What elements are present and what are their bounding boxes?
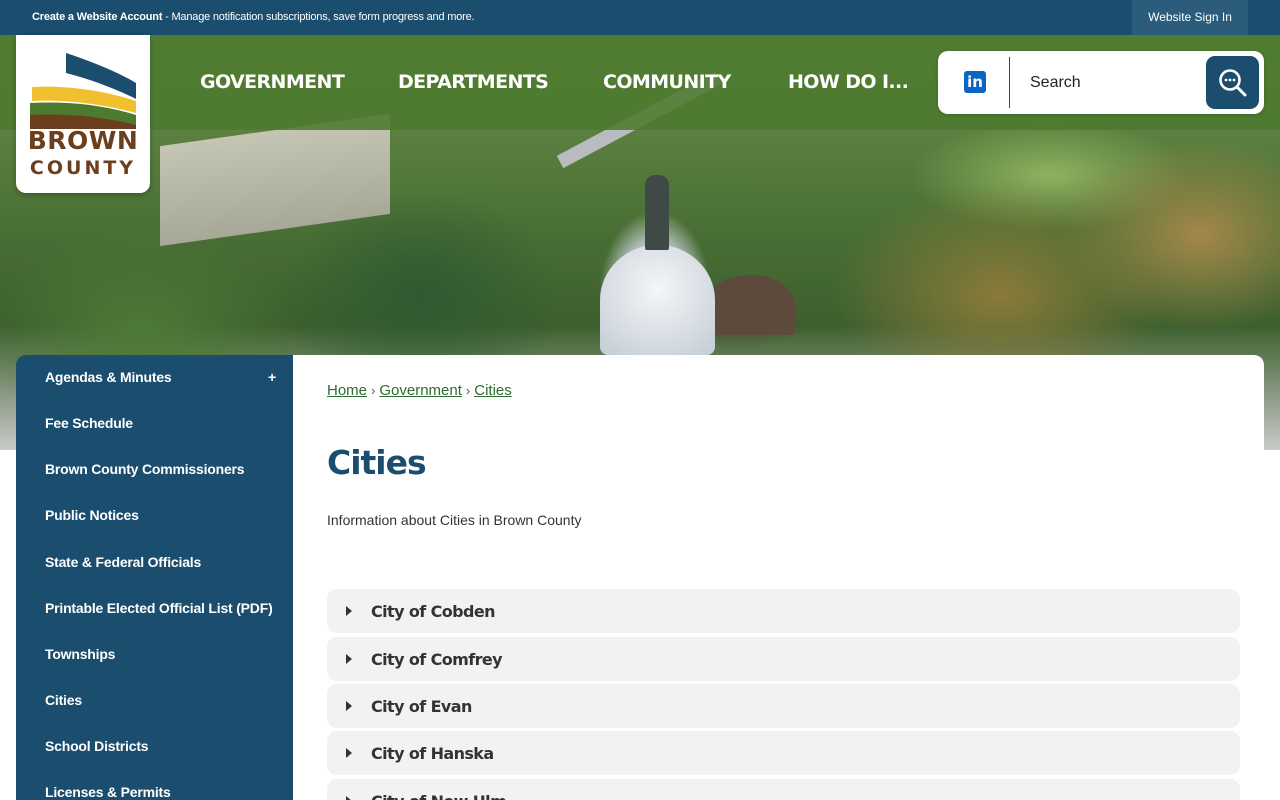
linkedin-icon[interactable]: in — [964, 71, 986, 93]
logo-emblem-icon — [30, 53, 136, 129]
sidebar-item-agendas-minutes[interactable]: Agendas & Minutes — [45, 369, 172, 385]
caret-right-icon — [346, 654, 352, 664]
hero-statue — [645, 175, 669, 250]
accordion-city-of-cobden[interactable]: City of Cobden — [327, 589, 1240, 633]
accordion-city-of-hanska[interactable]: City of Hanska — [327, 731, 1240, 775]
breadcrumb-cities[interactable]: Cities — [474, 382, 512, 399]
accordion-label: City of Comfrey — [371, 650, 503, 669]
page-title: Cities — [327, 443, 427, 482]
sidebar-item-public-notices[interactable]: Public Notices — [45, 507, 139, 523]
caret-right-icon — [346, 748, 352, 758]
search-divider — [1009, 57, 1010, 108]
create-account-link[interactable]: Create a Website Account — [32, 11, 162, 23]
accordion-city-of-new-ulm[interactable]: City of New Ulm — [327, 779, 1240, 800]
accordion-label: City of Evan — [371, 697, 472, 716]
caret-right-icon — [346, 606, 352, 616]
account-message: Create a Website Account - Manage notifi… — [32, 11, 475, 23]
search-input[interactable] — [1020, 63, 1200, 103]
sidebar-item-elected-official-list[interactable]: Printable Elected Official List (PDF) — [45, 600, 273, 616]
accordion-city-of-evan[interactable]: City of Evan — [327, 684, 1240, 728]
nav-community[interactable]: COMMUNITY — [603, 35, 731, 130]
accordion-label: City of Cobden — [371, 602, 495, 621]
sidebar-item-townships[interactable]: Townships — [45, 646, 115, 662]
sidebar-item-cities[interactable]: Cities — [45, 692, 82, 708]
main-content: Home › Government › Cities Cities Informatio… — [293, 355, 1264, 800]
accordion-city-of-comfrey[interactable]: City of Comfrey — [327, 637, 1240, 681]
website-sign-in-button[interactable]: Website Sign In — [1132, 0, 1248, 35]
sidebar-item-fee-schedule[interactable]: Fee Schedule — [45, 415, 133, 431]
hero-building — [160, 113, 390, 247]
account-message-text: - Manage notification subscriptions, sav… — [162, 11, 475, 23]
hero-pavilion — [705, 275, 795, 335]
logo-text-county: COUNTY — [29, 157, 137, 179]
sidebar-item-school-districts[interactable]: School Districts — [45, 738, 149, 754]
breadcrumb-home[interactable]: Home — [327, 382, 367, 399]
nav-how-do-i[interactable]: HOW DO I... — [788, 35, 909, 130]
search-button[interactable] — [1206, 56, 1259, 109]
nav-departments[interactable]: DEPARTMENTS — [398, 35, 549, 130]
sidebar-item-state-federal-officials[interactable]: State & Federal Officials — [45, 554, 201, 570]
caret-right-icon — [346, 796, 352, 800]
search-area: in — [938, 51, 1264, 114]
nav-government[interactable]: GOVERNMENT — [200, 35, 345, 130]
breadcrumb-separator: › — [371, 383, 376, 398]
sidebar-item-licenses-permits[interactable]: Licenses & Permits — [45, 784, 171, 800]
brown-county-logo[interactable]: BROWN COUNTY — [16, 35, 150, 193]
sidebar-item-commissioners[interactable]: Brown County Commissioners — [45, 461, 245, 477]
search-icon — [1219, 69, 1247, 97]
sidebar-expand-toggle[interactable]: + — [268, 369, 276, 385]
accordion-label: City of Hanska — [371, 744, 494, 763]
hero-monument-dome — [600, 245, 715, 355]
breadcrumb-government[interactable]: Government — [379, 382, 462, 399]
sidebar-navigation: Agendas & Minutes + Fee Schedule Brown C… — [16, 355, 293, 800]
accordion-label: City of New Ulm — [371, 792, 507, 800]
logo-text-brown: BROWN — [27, 126, 139, 155]
breadcrumb-separator: › — [465, 383, 471, 398]
top-utility-bar: Create a Website Account - Manage notifi… — [0, 0, 1280, 35]
page-intro: Information about Cities in Brown County — [327, 512, 582, 528]
caret-right-icon — [346, 701, 352, 711]
breadcrumb: Home › Government › Cities — [327, 382, 512, 399]
